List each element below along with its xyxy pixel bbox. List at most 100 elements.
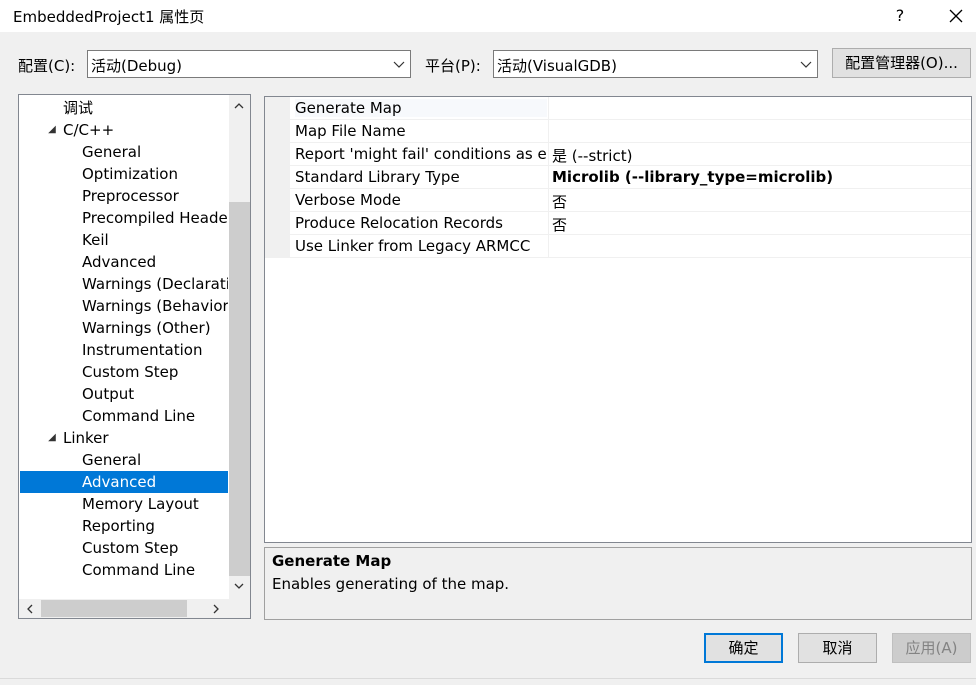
- tree-item[interactable]: Advanced: [20, 251, 228, 273]
- cancel-button[interactable]: 取消: [798, 633, 877, 663]
- tree-item-label: Warnings (Declaratio: [82, 275, 228, 293]
- window-title: EmbeddedProject1 属性页: [13, 8, 205, 26]
- tree-item-label: Custom Step: [82, 363, 179, 381]
- tree-item-label: Advanced: [82, 473, 157, 491]
- tree-item[interactable]: Command Line: [20, 559, 228, 581]
- tree-horizontal-scrollbar[interactable]: [19, 599, 229, 618]
- chevron-right-icon[interactable]: [209, 602, 223, 616]
- property-name: Generate Map: [295, 99, 547, 117]
- grid-row[interactable]: Generate Map: [290, 97, 971, 120]
- chevron-down-icon: [393, 61, 405, 68]
- ok-button[interactable]: 确定: [704, 633, 783, 663]
- grid-row[interactable]: Standard Library Type Microlib (--library…: [290, 166, 971, 189]
- tree-item-label: Custom Step: [82, 539, 179, 557]
- tree-item[interactable]: ◢ C/C++: [20, 119, 228, 141]
- chevron-down-icon: [800, 61, 812, 68]
- description-panel: Generate Map Enables generating of the m…: [264, 547, 972, 620]
- tree-item-label: 调试: [63, 99, 94, 117]
- scrollbar-thumb[interactable]: [229, 202, 250, 576]
- tree-item-label: Linker: [63, 429, 109, 447]
- tree-item[interactable]: Warnings (Other): [20, 317, 228, 339]
- chevron-up-icon[interactable]: [232, 99, 246, 113]
- tree-item-label: General: [82, 143, 142, 161]
- chevron-down-icon[interactable]: [232, 579, 246, 593]
- property-name: Standard Library Type: [295, 168, 460, 186]
- tree-item[interactable]: 调试: [20, 97, 228, 119]
- tree-item[interactable]: Preprocessor: [20, 185, 228, 207]
- property-value[interactable]: 是 (--strict): [552, 145, 632, 166]
- column-separator: [548, 143, 549, 166]
- tree-item[interactable]: Output: [20, 383, 228, 405]
- tree-item[interactable]: General: [20, 141, 228, 163]
- window-bottom-edge: [0, 678, 976, 685]
- property-grid: Generate Map Map File Name Report 'might f…: [264, 96, 972, 543]
- tree-item[interactable]: Warnings (Declaratio: [20, 273, 228, 295]
- tree-item-label: Command Line: [82, 407, 196, 425]
- scrollbar-corner: [229, 599, 250, 618]
- platform-select[interactable]: 活动(VisualGDB): [493, 50, 818, 78]
- tree-item[interactable]: Reporting: [20, 515, 228, 537]
- tree-item[interactable]: Precompiled Heade: [20, 207, 228, 229]
- tree-item[interactable]: Memory Layout: [20, 493, 228, 515]
- tree-item[interactable]: ◢ Linker: [20, 427, 228, 449]
- tree-item-label: Command Line: [82, 561, 196, 579]
- grid-row[interactable]: Use Linker from Legacy ARMCC: [290, 235, 971, 258]
- tree-item-label: Precompiled Heade: [82, 209, 228, 227]
- grid-row[interactable]: Report 'might fail' conditions as errors…: [290, 143, 971, 166]
- tree-item-label: Keil: [82, 231, 109, 249]
- property-name: Verbose Mode: [295, 191, 401, 209]
- platform-label: 平台(P):: [425, 57, 481, 75]
- tree-item[interactable]: Custom Step: [20, 537, 228, 559]
- tree-item-label: Preprocessor: [82, 187, 179, 205]
- column-separator: [548, 212, 549, 235]
- tree-item-label: Warnings (Behavior): [82, 297, 228, 315]
- tree-item-label: General: [82, 451, 142, 469]
- grid-gutter: [265, 97, 290, 258]
- close-button[interactable]: [944, 4, 968, 28]
- tree-item-label: Advanced: [82, 253, 157, 271]
- tree-item-label: Output: [82, 385, 135, 403]
- help-icon: ?: [895, 6, 905, 25]
- grid-row[interactable]: Produce Relocation Records 否: [290, 212, 971, 235]
- property-value[interactable]: 否: [552, 191, 567, 212]
- tree-item[interactable]: Custom Step: [20, 361, 228, 383]
- property-name: Use Linker from Legacy ARMCC: [295, 237, 531, 255]
- tree-item[interactable]: Advanced: [20, 471, 228, 493]
- property-tree: 调试 ◢ C/C++ General Optimization Preprocessor P…: [18, 94, 251, 619]
- tree-vertical-scrollbar[interactable]: [229, 95, 250, 599]
- tree-item-label: Instrumentation: [82, 341, 203, 359]
- tree-item[interactable]: Warnings (Behavior): [20, 295, 228, 317]
- close-icon: [949, 9, 963, 23]
- chevron-left-icon[interactable]: [23, 602, 37, 616]
- tree-item-label: Reporting: [82, 517, 155, 535]
- tree-item-label: Warnings (Other): [82, 319, 211, 337]
- grid-row[interactable]: Verbose Mode 否: [290, 189, 971, 212]
- description-text: Enables generating of the map.: [272, 575, 510, 593]
- tree-item[interactable]: General: [20, 449, 228, 471]
- tree-item[interactable]: Command Line: [20, 405, 228, 427]
- column-separator: [548, 120, 549, 143]
- column-separator: [548, 235, 549, 258]
- tree-item[interactable]: Optimization: [20, 163, 228, 185]
- property-value[interactable]: Microlib (--library_type=microlib): [552, 168, 833, 186]
- grid-row[interactable]: Map File Name: [290, 120, 971, 143]
- configuration-manager-button[interactable]: 配置管理器(O)...: [832, 48, 971, 78]
- title-bar: EmbeddedProject1 属性页 ?: [0, 0, 976, 32]
- scrollbar-thumb[interactable]: [41, 600, 187, 617]
- property-name: Produce Relocation Records: [295, 214, 503, 232]
- apply-button[interactable]: 应用(A): [892, 633, 971, 663]
- tree-item[interactable]: Keil: [20, 229, 228, 251]
- help-button[interactable]: ?: [888, 4, 912, 28]
- property-name: Map File Name: [295, 122, 406, 140]
- platform-value: 活动(VisualGDB): [497, 57, 617, 75]
- config-select[interactable]: 活动(Debug): [87, 50, 411, 78]
- property-value[interactable]: 否: [552, 214, 567, 235]
- config-value: 活动(Debug): [91, 57, 183, 75]
- description-title: Generate Map: [272, 552, 392, 570]
- expand-arrow-icon[interactable]: ◢: [46, 119, 58, 141]
- tree-item[interactable]: Instrumentation: [20, 339, 228, 361]
- column-separator: [548, 189, 549, 212]
- expand-arrow-icon[interactable]: ◢: [46, 427, 58, 449]
- property-name: Report 'might fail' conditions as errors: [295, 145, 547, 163]
- tree-item-label: Memory Layout: [82, 495, 199, 513]
